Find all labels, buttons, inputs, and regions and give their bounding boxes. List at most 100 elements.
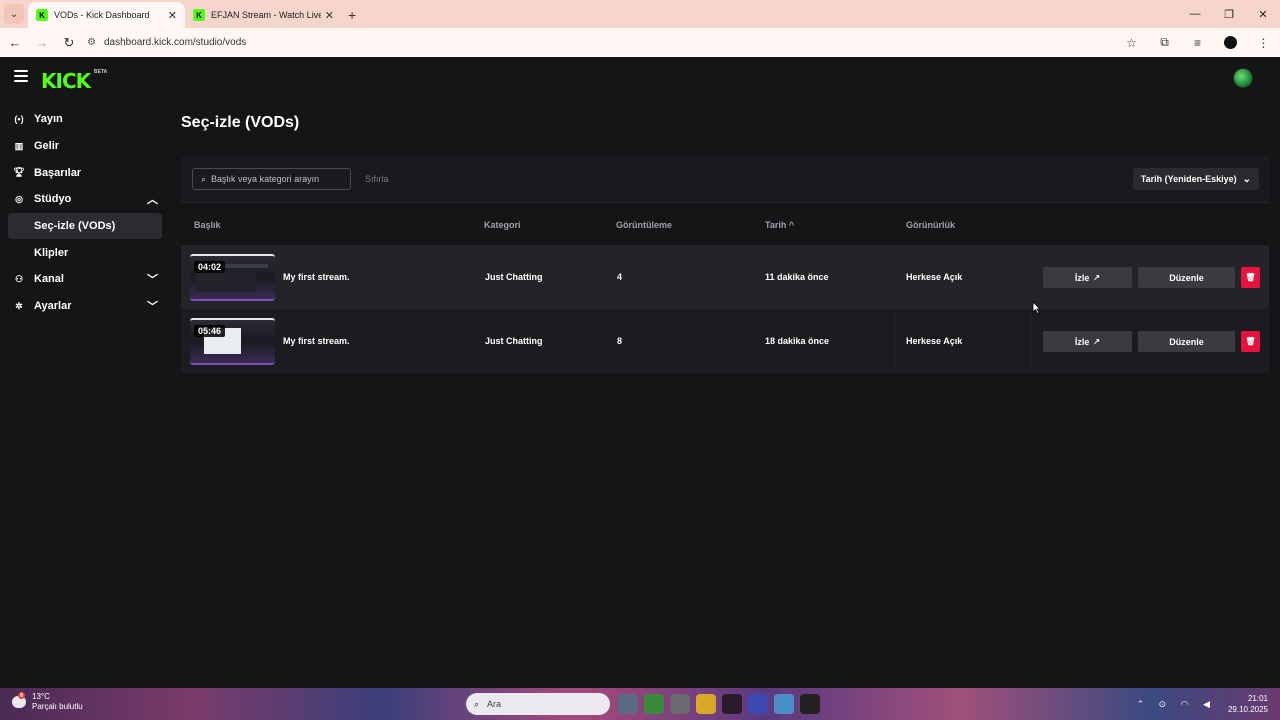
weather-widget[interactable]: 8 13°C Parçalı bulutlu <box>12 692 83 712</box>
sidebar-item-label: Stüdyo <box>34 193 72 206</box>
forward-icon[interactable]: → <box>30 31 54 55</box>
system-tray: ⌃ ⊙ ◠ ◀ 21:01 29.10.2025 <box>1137 688 1280 720</box>
column-divider <box>754 309 755 373</box>
duration-badge: 05:46 <box>194 325 226 337</box>
site-info-icon[interactable]: ⚙ <box>87 37 96 48</box>
browser-profile-avatar[interactable] <box>1224 36 1237 49</box>
sidebar-item-ayarlar[interactable]: ✲ Ayarlar ﹀ <box>0 293 162 320</box>
extensions-icon[interactable]: ⧉ <box>1148 35 1181 50</box>
app-icon[interactable] <box>748 694 768 714</box>
sidebar-item-klipler[interactable]: Klipler <box>8 239 162 266</box>
back-icon[interactable]: ← <box>3 31 27 55</box>
sidebar-item-studyo[interactable]: ◎ Stüdyo ︿ <box>0 186 162 213</box>
delete-button[interactable]: 🗑︎ <box>1241 267 1260 288</box>
media-control-icon[interactable]: ≡ <box>1181 36 1214 50</box>
kick-dashboard: KICK BETA (•) Yayın ▥ Gelir 🏆︎ Başarılar… <box>0 58 1280 688</box>
cloud-icon: 8 <box>12 692 26 708</box>
sidebar-item-label: Kanal <box>34 273 64 286</box>
settings-icon: ✲ <box>15 300 23 311</box>
obs-icon[interactable] <box>800 694 820 714</box>
address-bar-row: ← → ↻ ⚙ dashboard.kick.com/studio/vods ☆… <box>0 28 1280 57</box>
sidebar-item-gelir[interactable]: ▥ Gelir <box>0 133 162 160</box>
reload-icon[interactable]: ↻ <box>57 31 81 55</box>
vod-thumbnail[interactable]: 05:46 <box>190 318 275 365</box>
vod-title[interactable]: My first stream. <box>283 309 350 373</box>
vod-views: 8 <box>617 336 623 346</box>
chrome-icon[interactable] <box>644 694 664 714</box>
browser-tab-vods[interactable]: K VODs - Kick Dashboard ✕ <box>28 2 185 28</box>
restore-icon[interactable]: ❐ <box>1212 0 1246 28</box>
column-header-category[interactable]: Kategori <box>484 220 521 230</box>
close-tab-icon[interactable]: ✕ <box>168 9 177 22</box>
search-icon: ⌕ <box>201 173 207 184</box>
column-header-date[interactable]: Tarih ^ <box>765 220 794 230</box>
user-avatar[interactable] <box>1233 68 1253 88</box>
chevron-down-icon: ﹀ <box>147 274 158 287</box>
column-header-visibility[interactable]: Görünürlük <box>906 220 955 230</box>
vods-toolbar: ⌕ Başlık veya kategori arayın Sıfırla Ta… <box>181 156 1269 203</box>
edit-button[interactable]: Düzenle <box>1138 267 1235 288</box>
tray-icons[interactable]: ⌃ ⊙ ◠ ◀ <box>1137 699 1216 710</box>
kick-favicon-icon: K <box>193 9 205 21</box>
sort-dropdown[interactable]: Tarih (Yeniden-Eskiye) ⌄ <box>1132 168 1259 190</box>
sidebar-item-label: Ayarlar <box>34 300 72 313</box>
weather-desc: Parçalı bulutlu <box>32 702 83 711</box>
app-icon[interactable] <box>774 694 794 714</box>
revenue-icon: ▥ <box>14 140 24 151</box>
app-icon[interactable] <box>722 694 742 714</box>
trophy-icon: 🏆︎ <box>13 167 25 178</box>
vod-visibility: Herkese Açık <box>906 272 963 282</box>
sidebar-item-label: Yayın <box>34 113 63 126</box>
vod-title[interactable]: My first stream. <box>283 245 350 309</box>
sort-label: Tarih (Yeniden-Eskiye) <box>1140 174 1237 184</box>
kick-logo[interactable]: KICK <box>41 69 91 93</box>
file-explorer-icon[interactable] <box>696 694 716 714</box>
vods-panel: ⌕ Başlık veya kategori arayın Sıfırla Ta… <box>181 156 1269 374</box>
mouse-cursor-icon <box>1032 301 1041 314</box>
table-row[interactable]: 04:02 My first stream. Just Chatting 4 1… <box>181 245 1269 309</box>
column-divider <box>895 309 896 373</box>
external-link-icon: ↗ <box>1093 273 1101 282</box>
sidebar-item-basarilar[interactable]: 🏆︎ Başarılar <box>0 159 162 186</box>
browser-menu-icon[interactable]: ⋮ <box>1247 36 1280 50</box>
edit-button[interactable]: Düzenle <box>1138 331 1235 352</box>
sidebar-item-yayin[interactable]: (•) Yayın <box>0 106 162 133</box>
table-row[interactable]: 05:46 My first stream. Just Chatting 8 1… <box>181 309 1269 373</box>
watch-button[interactable]: İzle ↗ <box>1043 267 1132 288</box>
watch-button[interactable]: İzle ↗ <box>1043 331 1132 352</box>
column-header-title[interactable]: Başlık <box>194 220 221 230</box>
close-window-icon[interactable]: ✕ <box>1246 0 1280 28</box>
url-field[interactable]: ⚙ dashboard.kick.com/studio/vods <box>87 31 1127 54</box>
taskbar-search[interactable]: ⌕ Ara <box>466 693 610 715</box>
close-tab-icon[interactable]: ✕ <box>325 9 334 22</box>
search-placeholder: Başlık veya kategori arayın <box>211 174 320 184</box>
hamburger-menu-icon[interactable] <box>14 70 28 82</box>
tab-search-icon[interactable]: ⌄ <box>4 4 24 24</box>
app-header: KICK BETA <box>0 58 1280 98</box>
clock-date: 29.10.2025 <box>1227 705 1268 714</box>
sidebar-item-vods[interactable]: Seç-izle (VODs) <box>8 212 162 240</box>
trash-icon: 🗑︎ <box>1245 337 1256 346</box>
minimize-icon[interactable]: — <box>1178 0 1212 28</box>
url-text: dashboard.kick.com/studio/vods <box>103 37 247 48</box>
column-header-views[interactable]: Görüntüleme <box>616 220 672 230</box>
reset-button[interactable]: Sıfırla <box>365 174 389 184</box>
vod-category: Just Chatting <box>485 336 543 346</box>
vod-thumbnail[interactable]: 04:02 <box>190 254 275 301</box>
new-tab-button[interactable]: + <box>348 7 356 23</box>
delete-button[interactable]: 🗑︎ <box>1241 331 1260 352</box>
os-taskbar: 8 13°C Parçalı bulutlu ⌕ Ara ⌃ ⊙ ◠ ◀ 21:… <box>0 688 1280 720</box>
search-input[interactable]: ⌕ Başlık veya kategori arayın <box>192 168 351 190</box>
vod-views: 4 <box>617 272 623 282</box>
column-divider <box>473 309 474 373</box>
app-icon[interactable] <box>670 694 690 714</box>
bookmark-star-icon[interactable]: ☆ <box>1115 36 1148 50</box>
sidebar-item-kanal[interactable]: ⚇ Kanal ﹀ <box>0 266 162 293</box>
vod-category: Just Chatting <box>485 272 543 282</box>
clock[interactable]: 21:01 29.10.2025 <box>1228 693 1268 715</box>
task-view-icon[interactable] <box>618 694 638 714</box>
browser-tab-stream[interactable]: K EFJAN Stream - Watch Live on Kick ✕ <box>185 2 342 28</box>
external-link-icon: ↗ <box>1093 337 1101 346</box>
vod-date: 18 dakika önce <box>765 336 830 346</box>
chevron-up-icon: ︿ <box>147 194 158 207</box>
